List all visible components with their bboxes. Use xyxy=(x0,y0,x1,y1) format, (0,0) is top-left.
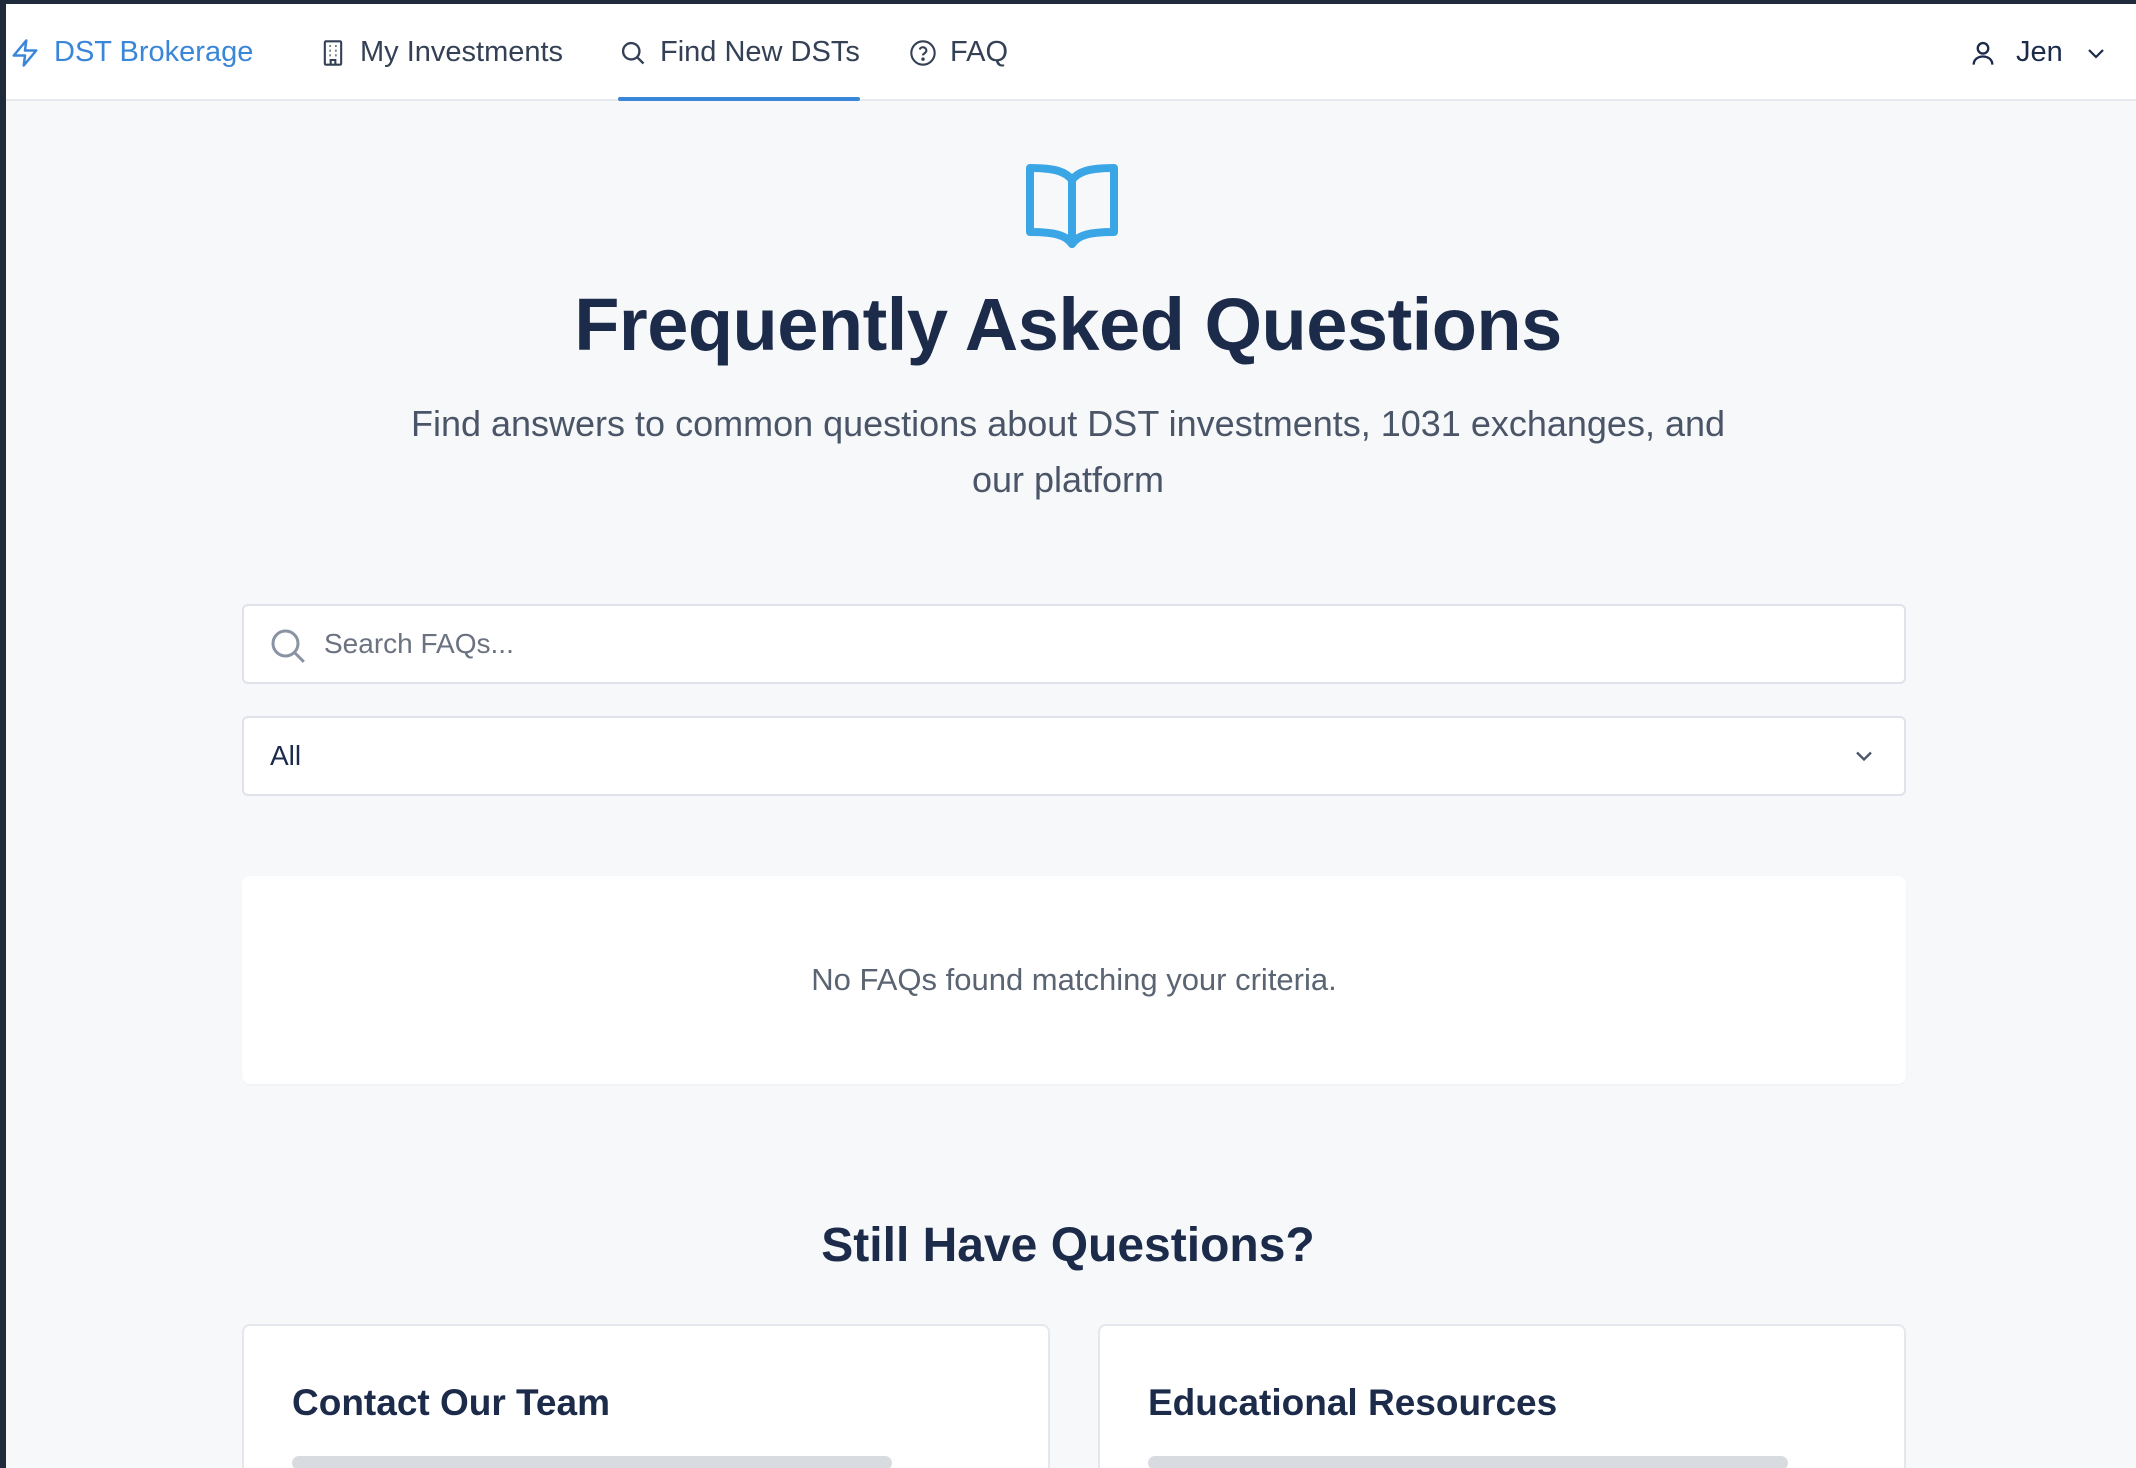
category-select-value: All xyxy=(270,740,302,771)
lightning-icon xyxy=(10,38,40,68)
book-open-icon xyxy=(1024,160,1120,250)
empty-state-message: No FAQs found matching your criteria. xyxy=(811,962,1337,997)
card-text-cut-off xyxy=(292,1456,892,1468)
search-icon xyxy=(268,626,308,666)
page-title: Frequently Asked Questions xyxy=(574,283,1562,366)
nav-find-new-dsts-label: Find New DSTs xyxy=(660,36,860,68)
user-name: Jen xyxy=(2016,36,2063,68)
chevron-down-icon xyxy=(1850,742,1878,770)
building-icon xyxy=(318,38,348,68)
nav-my-investments-label: My Investments xyxy=(360,36,564,68)
category-select[interactable]: All xyxy=(242,716,1906,796)
faq-search-box[interactable] xyxy=(242,604,1906,684)
educational-resources-card: Educational Resources xyxy=(1098,1324,1906,1468)
user-menu[interactable]: Jen xyxy=(1968,4,2111,101)
user-icon xyxy=(1968,38,1998,68)
nav-find-new-dsts[interactable]: Find New DSTs xyxy=(618,4,860,101)
contact-team-title: Contact Our Team xyxy=(292,1382,610,1423)
brand-name: DST Brokerage xyxy=(54,36,254,68)
faq-empty-state: No FAQs found matching your criteria. xyxy=(242,876,1906,1084)
active-tab-indicator xyxy=(618,97,860,101)
nav-faq-label: FAQ xyxy=(950,36,1009,68)
nav-my-investments[interactable]: My Investments xyxy=(318,4,563,101)
card-text-cut-off xyxy=(1148,1456,1788,1468)
nav-faq[interactable]: FAQ xyxy=(908,4,1008,101)
contact-team-card: Contact Our Team xyxy=(242,1324,1050,1468)
help-circle-icon xyxy=(908,38,938,68)
window-frame-left xyxy=(0,0,6,1468)
page-subtitle: Find answers to common questions about D… xyxy=(410,403,1726,500)
educational-resources-title: Educational Resources xyxy=(1148,1382,1558,1423)
faq-search-input[interactable] xyxy=(324,606,1884,682)
window-frame-top xyxy=(0,0,2136,4)
search-icon xyxy=(618,38,648,68)
top-navbar: DST Brokerage My Investments Find New DS… xyxy=(6,4,2136,101)
still-have-questions-heading: Still Have Questions? xyxy=(821,1219,1315,1272)
chevron-down-icon xyxy=(2081,38,2111,68)
brand-link[interactable]: DST Brokerage xyxy=(10,4,253,101)
